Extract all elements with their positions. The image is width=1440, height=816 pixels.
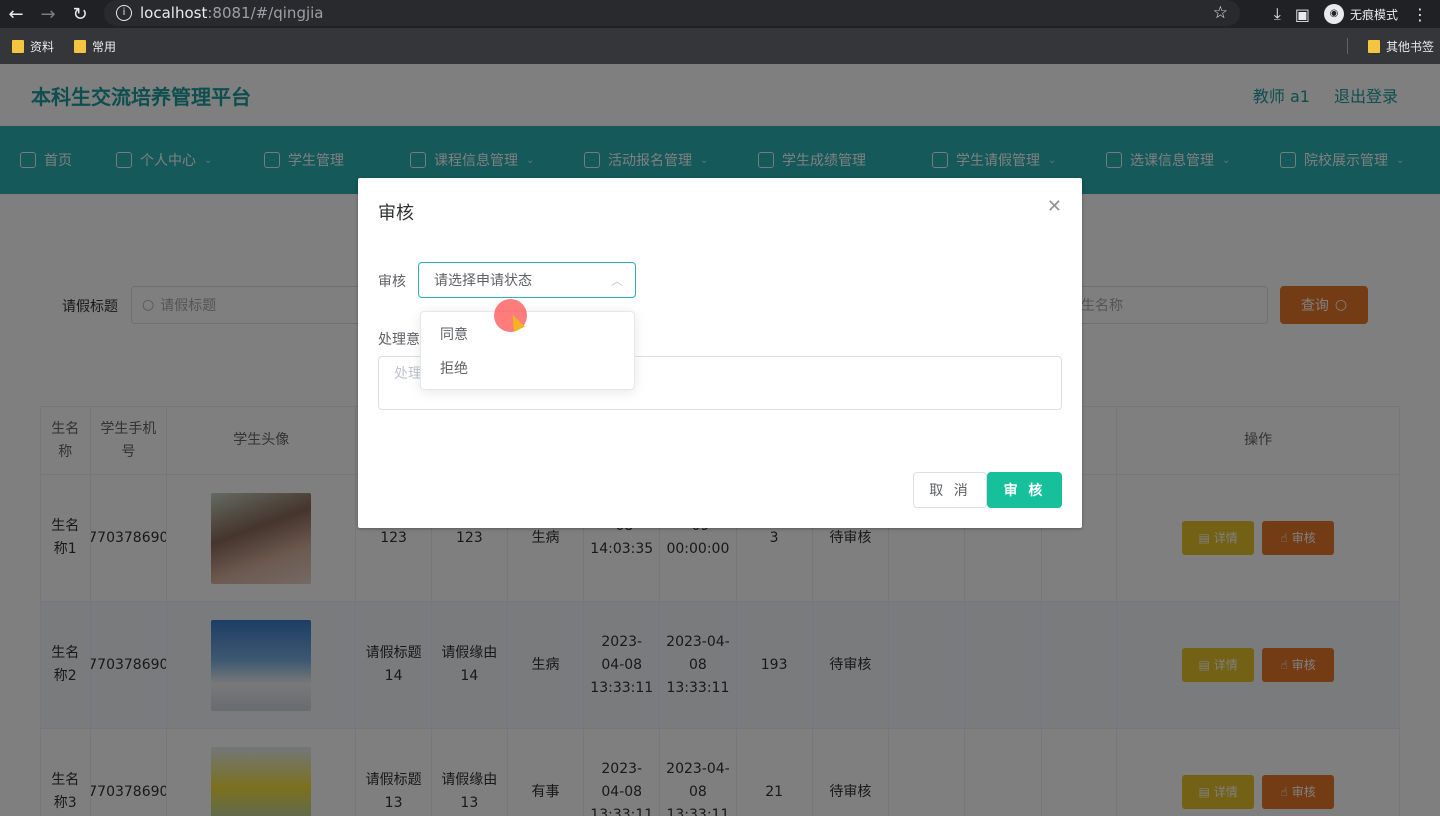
divider [1347, 38, 1348, 54]
dialog-title: 审核 [378, 203, 414, 224]
bookmark-label: 资料 [30, 39, 55, 54]
bookmark-label: 常用 [92, 39, 117, 54]
forward-icon[interactable]: → [32, 4, 64, 25]
browser-toolbar: ← → ↻ i localhost:8081/#/qingjia ☆ ⤓ ▣ ◉… [0, 0, 1440, 28]
opinion-label: 处理意 [378, 332, 420, 348]
submit-audit-button[interactable]: 审 核 [987, 472, 1062, 508]
close-icon[interactable]: ✕ [1047, 196, 1062, 217]
status-dropdown: 同意 拒绝 [420, 311, 635, 390]
download-icon[interactable]: ⤓ [1274, 4, 1281, 24]
bookmark-folder-2[interactable]: 常用 [74, 38, 116, 55]
folder-icon [1367, 39, 1380, 53]
cancel-label: 取 消 [929, 483, 971, 499]
option-reject[interactable]: 拒绝 [421, 352, 634, 386]
status-label: 审核 [378, 274, 406, 290]
folder-icon [74, 39, 87, 53]
incognito-label: 无痕模式 [1349, 7, 1398, 22]
cancel-button[interactable]: 取 消 [913, 472, 987, 508]
url-path: :8081/#/qingjia [207, 4, 324, 22]
reload-icon[interactable]: ↻ [64, 4, 96, 25]
menu-kebab-icon[interactable]: ⋮ [1412, 5, 1428, 24]
bookmark-folder-1[interactable]: 资料 [12, 38, 54, 55]
back-icon[interactable]: ← [0, 4, 32, 25]
bookmark-star-icon[interactable]: ☆ [1213, 3, 1228, 23]
side-panel-icon[interactable]: ▣ [1295, 5, 1310, 24]
incognito-icon: ◉ [1323, 4, 1344, 24]
other-bookmarks-label: 其他书签 [1385, 39, 1434, 54]
incognito-indicator[interactable]: ◉ 无痕模式 [1323, 4, 1398, 24]
opinion-placeholder: 处理 [394, 366, 422, 382]
folder-icon [12, 39, 24, 53]
other-bookmarks[interactable]: 其他书签 [1367, 28, 1434, 64]
site-info-icon[interactable]: i [116, 5, 132, 21]
bookmarks-bar: 资料 常用 其他书签 [0, 28, 1440, 64]
url-host: localhost [140, 4, 208, 22]
address-bar[interactable]: i localhost:8081/#/qingjia ☆ [104, 0, 1240, 26]
option-approve[interactable]: 同意 [421, 318, 634, 352]
status-select-placeholder: 请选择申请状态 [434, 273, 532, 289]
submit-label: 审 核 [1003, 483, 1046, 499]
chevron-up-icon: ︿ [610, 274, 623, 288]
status-select[interactable]: 请选择申请状态 ︿ [418, 262, 636, 298]
